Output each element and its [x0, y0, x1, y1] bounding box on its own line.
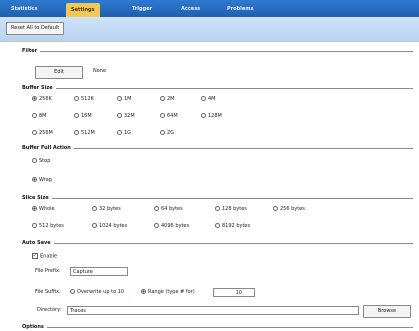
radio-dot-icon: [201, 96, 206, 101]
directory-label: Directory:: [37, 307, 62, 313]
browse-button[interactable]: Browse: [363, 305, 411, 318]
buffer-size-16m-radio[interactable]: 16M: [74, 113, 92, 120]
slice-size-128-radio[interactable]: 128 bytes: [215, 206, 247, 213]
tab-access[interactable]: Access: [176, 4, 205, 15]
tab-bar: Statistics Settings Trigger Access Probl…: [0, 0, 419, 17]
radio-dot-icon: [201, 113, 206, 118]
slice-size-32-radio[interactable]: 32 bytes: [92, 206, 121, 213]
radio-dot-icon: [92, 223, 97, 228]
buffer-size-1g-radio[interactable]: 1G: [117, 130, 131, 137]
checkbox-check-icon: [32, 252, 38, 259]
file-prefix-label: File Prefix:: [35, 268, 61, 274]
radio-dot-icon: [154, 223, 159, 228]
tab-problems[interactable]: Problems: [222, 4, 258, 15]
directory-input[interactable]: Traces: [67, 306, 359, 315]
buffer-full-wrap-radio[interactable]: Wrap: [32, 177, 52, 184]
slice-size-512-radio[interactable]: 512 bytes: [32, 223, 64, 230]
buffer-size-64m-radio[interactable]: 64M: [160, 113, 178, 120]
tab-settings[interactable]: Settings: [66, 3, 100, 17]
file-prefix-input[interactable]: Capture: [70, 267, 128, 276]
radio-dot-icon: [160, 130, 165, 135]
suffix-count-input[interactable]: 10: [213, 288, 255, 297]
radio-dot-icon: [32, 96, 37, 101]
buffer-size-256k-radio[interactable]: 256K: [32, 96, 52, 103]
file-suffix-label: File Suffix:: [35, 289, 61, 295]
buffer-size-title: Buffer Size: [22, 85, 56, 92]
buffer-size-512m-radio[interactable]: 512M: [74, 130, 95, 137]
slice-size-title: Slice Size: [22, 195, 52, 202]
radio-dot-icon: [215, 223, 220, 228]
buffer-full-action-section: Buffer Full Action: [22, 145, 413, 152]
radio-dot-icon: [32, 177, 37, 182]
slice-size-256-radio[interactable]: 256 bytes: [273, 206, 305, 213]
options-section: Options: [22, 324, 413, 331]
slice-size-64-radio[interactable]: 64 bytes: [154, 206, 183, 213]
filter-title: Filter: [22, 48, 41, 55]
slice-size-4096-radio[interactable]: 4096 bytes: [154, 223, 189, 230]
slice-size-8192-radio[interactable]: 8192 bytes: [215, 223, 250, 230]
radio-dot-icon: [74, 96, 79, 101]
slice-size-1024-radio[interactable]: 1024 bytes: [92, 223, 127, 230]
filter-edit-button[interactable]: Edit: [35, 66, 83, 79]
radio-dot-icon: [74, 130, 79, 135]
buffer-size-512k-radio[interactable]: 512K: [74, 96, 94, 103]
radio-dot-icon: [70, 289, 75, 294]
radio-dot-icon: [141, 289, 146, 294]
radio-dot-icon: [215, 206, 220, 211]
toolbar-divider: [0, 41, 419, 42]
radio-dot-icon: [273, 206, 278, 211]
buffer-size-8m-radio[interactable]: 8M: [32, 113, 47, 120]
suffix-range-radio[interactable]: Range (type # for): [141, 289, 195, 296]
tab-statistics[interactable]: Statistics: [6, 4, 43, 15]
auto-save-section: Auto Save: [22, 240, 413, 247]
radio-dot-icon: [32, 158, 37, 163]
buffer-size-section: Buffer Size: [22, 85, 413, 92]
radio-dot-icon: [32, 113, 37, 118]
buffer-full-action-title: Buffer Full Action: [22, 145, 74, 152]
tab-trigger[interactable]: Trigger: [127, 4, 157, 15]
slice-size-whole-radio[interactable]: Whole: [32, 206, 55, 213]
buffer-size-256m-radio[interactable]: 256M: [32, 130, 53, 137]
radio-dot-icon: [117, 96, 122, 101]
reset-all-button[interactable]: Reset All to Default: [6, 22, 65, 35]
filter-value: None: [93, 68, 107, 74]
radio-dot-icon: [117, 130, 122, 135]
suffix-overwrite-radio[interactable]: Overwrite up to 10: [70, 289, 124, 296]
buffer-size-1m-radio[interactable]: 1M: [117, 96, 132, 103]
buffer-size-4m-radio[interactable]: 4M: [201, 96, 216, 103]
auto-save-title: Auto Save: [22, 240, 54, 247]
radio-dot-icon: [160, 96, 165, 101]
buffer-full-stop-radio[interactable]: Stop: [32, 158, 50, 165]
radio-dot-icon: [154, 206, 159, 211]
auto-save-enable-checkbox[interactable]: Enable: [32, 252, 57, 260]
buffer-size-2g-radio[interactable]: 2G: [160, 130, 174, 137]
radio-dot-icon: [92, 206, 97, 211]
radio-dot-icon: [74, 113, 79, 118]
radio-dot-icon: [32, 130, 37, 135]
slice-size-section: Slice Size: [22, 195, 413, 202]
radio-dot-icon: [117, 113, 122, 118]
buffer-size-32m-radio[interactable]: 32M: [117, 113, 135, 120]
buffer-size-128m-radio[interactable]: 128M: [201, 113, 222, 120]
radio-dot-icon: [32, 206, 37, 211]
buffer-size-2m-radio[interactable]: 2M: [160, 96, 175, 103]
radio-dot-icon: [160, 113, 165, 118]
radio-dot-icon: [32, 223, 37, 228]
filter-section: Filter: [22, 48, 413, 55]
